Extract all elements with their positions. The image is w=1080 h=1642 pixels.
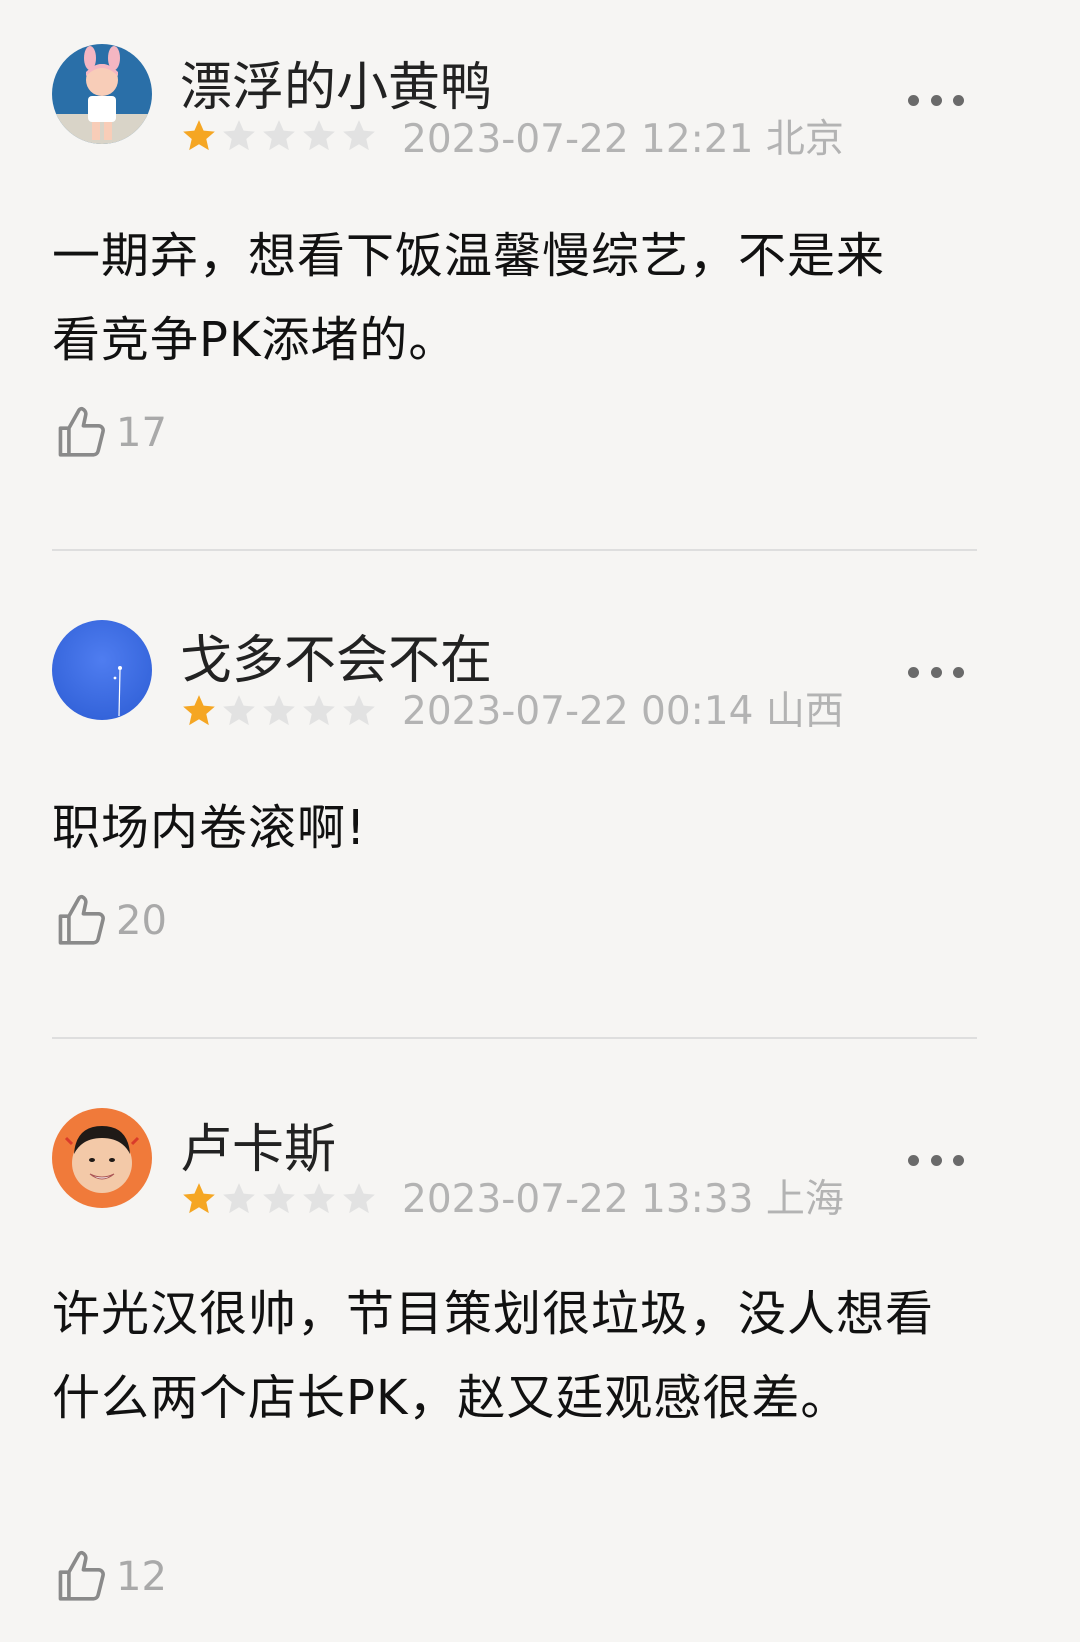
star-rating [180, 117, 380, 155]
more-options-button[interactable] [908, 662, 964, 682]
dot-icon [930, 666, 942, 678]
like-count: 12 [116, 1554, 167, 1600]
username[interactable]: 漂浮的小黄鸭 [180, 58, 492, 118]
avatar[interactable] [52, 44, 152, 144]
star-empty-icon [223, 120, 255, 151]
username[interactable]: 戈多不会不在 [180, 631, 492, 691]
like-button[interactable]: 20 [52, 892, 167, 950]
star-empty-icon [263, 695, 295, 726]
more-options-button[interactable] [908, 1150, 964, 1170]
review-content: 职场内卷滚啊! [52, 800, 367, 856]
dot-icon [930, 1154, 942, 1166]
dot-icon [953, 1154, 964, 1166]
like-count: 17 [116, 410, 167, 456]
star-empty-icon [343, 695, 375, 726]
review-date: 2023-07-22 13:33 [402, 1177, 754, 1222]
avatar[interactable] [52, 620, 152, 720]
star-empty-icon [263, 1183, 295, 1214]
more-options-button[interactable] [908, 90, 964, 110]
dot-icon [908, 1154, 919, 1166]
star-empty-icon [303, 1183, 335, 1214]
like-count: 20 [116, 898, 167, 944]
review-content: 许光汉很帅，节目策划很垃圾，没人想看什么两个店长PK，赵又廷观感很差。 [52, 1286, 935, 1426]
star-filled-icon [183, 120, 215, 151]
star-filled-icon [183, 1183, 215, 1214]
review-meta: 2023-07-22 00:14 山西 [402, 690, 844, 734]
avatar-girl-icon [52, 44, 152, 144]
avatar-man-icon [52, 1108, 152, 1208]
dot-icon [953, 94, 964, 106]
review-content: 一期弃，想看下饭温馨慢综艺，不是来看竞争PK添堵的。 [52, 228, 886, 368]
review-meta: 2023-07-22 13:33 上海 [402, 1178, 844, 1222]
review-meta: 2023-07-22 12:21 北京 [402, 118, 844, 162]
divider [52, 549, 977, 551]
star-empty-icon [343, 1183, 375, 1214]
review-location: 上海 [765, 1177, 844, 1222]
star-rating [180, 692, 380, 730]
divider [52, 1037, 977, 1039]
review-location: 北京 [765, 117, 844, 162]
username[interactable]: 卢卡斯 [180, 1120, 336, 1180]
dot-icon [930, 94, 942, 106]
star-empty-icon [223, 1183, 255, 1214]
avatar-sky-icon [52, 620, 152, 720]
star-empty-icon [343, 120, 375, 151]
thumbs-up-icon [58, 406, 105, 457]
like-button[interactable]: 12 [52, 1548, 167, 1606]
star-empty-icon [303, 120, 335, 151]
dot-icon [953, 666, 964, 678]
thumbs-up-icon [58, 894, 105, 945]
review-date: 2023-07-22 00:14 [402, 689, 754, 734]
dot-icon [908, 94, 919, 106]
thumbs-up-icon [58, 1550, 105, 1601]
dot-icon [908, 666, 919, 678]
avatar[interactable] [52, 1108, 152, 1208]
star-empty-icon [303, 695, 335, 726]
star-empty-icon [263, 120, 295, 151]
review-date: 2023-07-22 12:21 [402, 117, 754, 162]
like-button[interactable]: 17 [52, 404, 167, 462]
star-rating [180, 1180, 380, 1218]
star-empty-icon [223, 695, 255, 726]
star-filled-icon [183, 695, 215, 726]
review-location: 山西 [765, 689, 844, 734]
